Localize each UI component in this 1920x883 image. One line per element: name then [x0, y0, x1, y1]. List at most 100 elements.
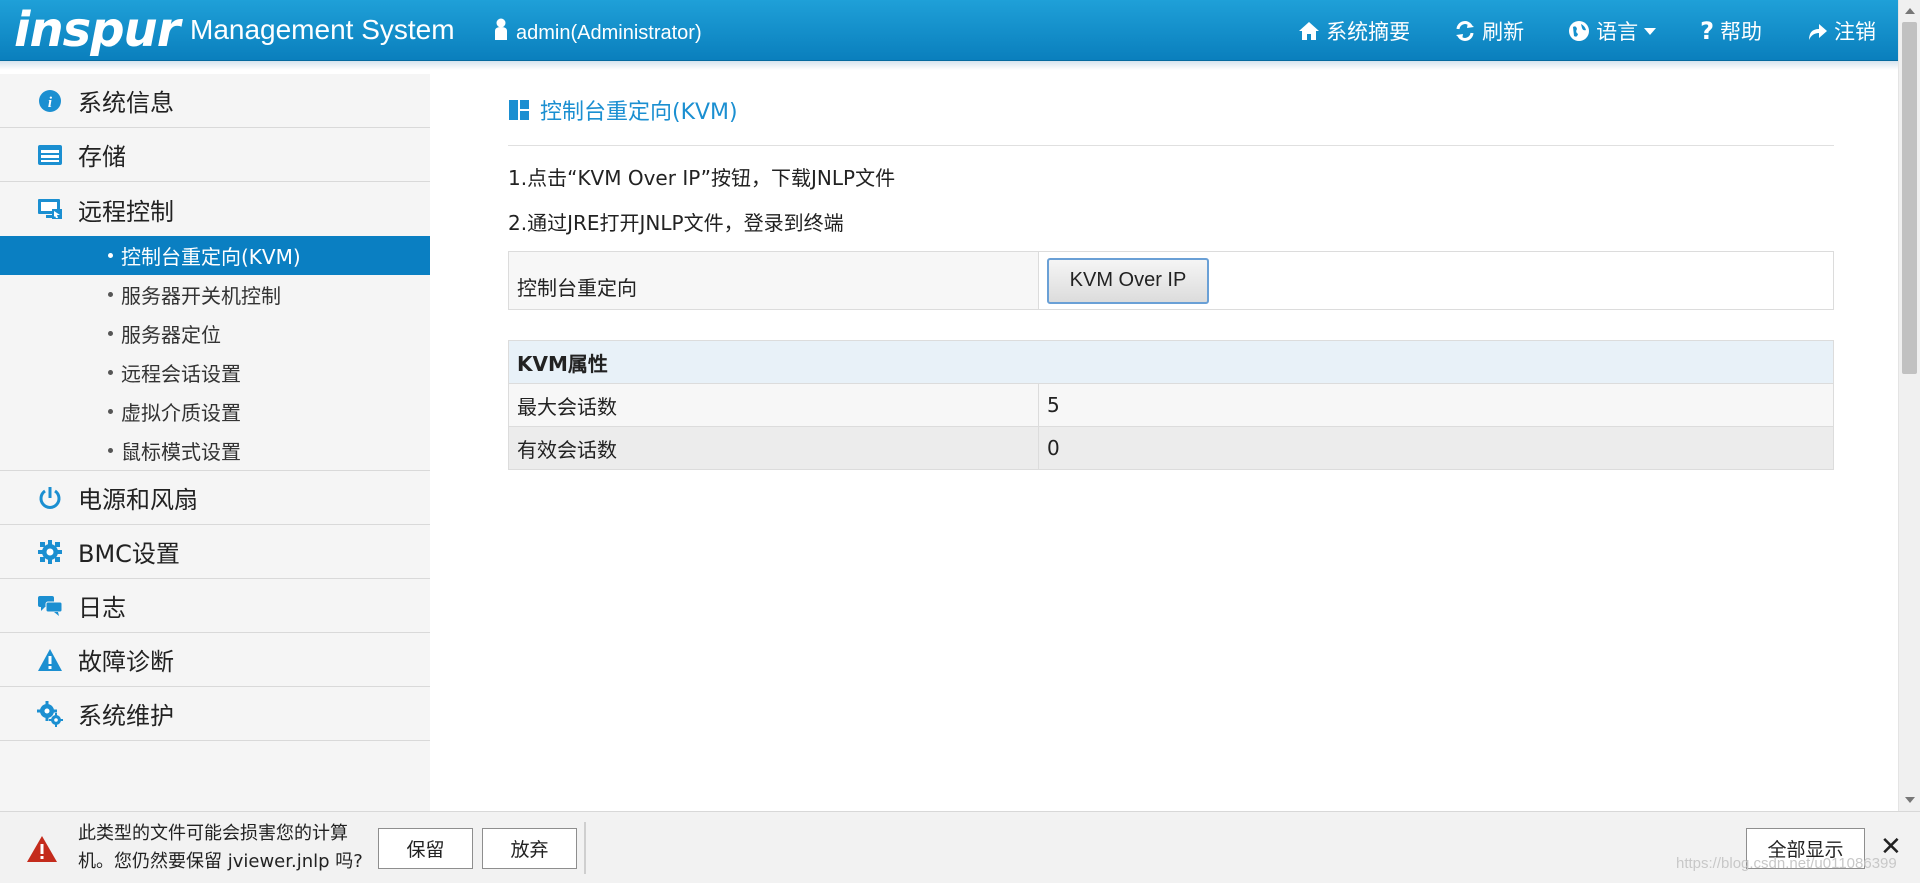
sidebar-item-power-fan[interactable]: 电源和风扇 — [0, 471, 430, 525]
nav-logout-label: 注销 — [1834, 20, 1876, 44]
download-warning-text: 此类型的文件可能会损害您的计算 机。您仍然要保留 jviewer.jnlp 吗? — [78, 820, 378, 876]
app-title: Management System — [190, 14, 455, 45]
header-divider — [0, 61, 1898, 70]
table-header-row: KVM属性 — [508, 340, 1834, 384]
kvm-over-ip-button[interactable]: KVM Over IP — [1047, 257, 1209, 304]
max-sessions-value: 5 — [1038, 383, 1834, 427]
submenu-item-label: 虚拟介质设置 — [121, 401, 241, 425]
sidebar-item-storage[interactable]: 存储 — [0, 128, 430, 182]
sidebar-item-label: 系统维护 — [78, 702, 174, 730]
warning-icon — [36, 646, 64, 674]
table-row: 最大会话数 5 — [508, 383, 1834, 427]
bullet-icon — [108, 292, 113, 297]
submenu-item-mouse-mode[interactable]: 鼠标模式设置 — [0, 431, 430, 470]
globe-icon — [1568, 20, 1590, 42]
sidebar: i 系统信息 存储 远程控制 控制台重定向(KVM) 服务器开关机控制 服务器定… — [0, 74, 430, 811]
submenu-item-server-locate[interactable]: 服务器定位 — [0, 314, 430, 353]
scrollbar-thumb[interactable] — [1902, 22, 1917, 374]
nav-logout[interactable]: 注销 — [1806, 14, 1876, 48]
gear-icon — [36, 538, 64, 566]
submenu-item-label: 服务器定位 — [121, 323, 221, 347]
storage-icon — [36, 141, 64, 169]
submenu-item-session-settings[interactable]: 远程会话设置 — [0, 353, 430, 392]
refresh-icon — [1454, 20, 1476, 42]
discard-button[interactable]: 放弃 — [482, 828, 577, 869]
nav-refresh-label: 刷新 — [1482, 20, 1525, 44]
remote-control-submenu: 控制台重定向(KVM) 服务器开关机控制 服务器定位 远程会话设置 虚拟介质设置… — [0, 236, 430, 471]
top-header: inspur Management System admin(Administr… — [0, 0, 1898, 61]
submenu-item-label: 鼠标模式设置 — [121, 440, 241, 464]
max-sessions-label: 最大会话数 — [508, 383, 1039, 427]
bullet-icon — [108, 331, 113, 336]
sidebar-item-bmc-settings[interactable]: BMC设置 — [0, 525, 430, 579]
console-redirect-table: 控制台重定向 KVM Over IP — [508, 251, 1834, 310]
help-icon: ? — [1700, 17, 1714, 45]
submenu-item-power-control[interactable]: 服务器开关机控制 — [0, 275, 430, 314]
sidebar-item-label: 远程控制 — [78, 197, 174, 226]
user-name: admin(Administrator) — [516, 21, 702, 44]
scroll-down-arrow-icon[interactable] — [1905, 797, 1915, 803]
active-sessions-value: 0 — [1038, 426, 1834, 470]
nav-refresh[interactable]: 刷新 — [1454, 14, 1524, 48]
sidebar-item-label: 存储 — [78, 143, 126, 171]
sidebar-item-system-info[interactable]: i 系统信息 — [0, 74, 430, 128]
sidebar-item-remote-control[interactable]: 远程控制 — [0, 182, 430, 236]
submenu-item-label: 控制台重定向(KVM) — [121, 245, 301, 269]
logout-icon — [1806, 20, 1828, 42]
submenu-item-label: 服务器开关机控制 — [121, 284, 281, 308]
inspur-logo: inspur — [14, 2, 180, 58]
chat-icon — [36, 592, 64, 620]
home-icon — [1298, 21, 1320, 41]
sidebar-item-label: 日志 — [78, 594, 126, 622]
nav-language[interactable]: 语言 — [1568, 14, 1657, 48]
nav-language-label: 语言 — [1596, 20, 1639, 44]
sidebar-item-label: 系统信息 — [78, 89, 174, 117]
nav-help[interactable]: ? 帮助 — [1700, 14, 1762, 48]
power-icon — [36, 484, 64, 512]
sidebar-item-label: 故障诊断 — [78, 648, 174, 676]
sidebar-item-label: 电源和风扇 — [78, 486, 198, 514]
download-warning-bar: 此类型的文件可能会损害您的计算 机。您仍然要保留 jviewer.jnlp 吗?… — [0, 811, 1920, 883]
active-sessions-label: 有效会话数 — [508, 426, 1039, 470]
table-row: 控制台重定向 KVM Over IP — [508, 251, 1834, 310]
main-content: 控制台重定向(KVM) 1.点击“KVM Over IP”按钮，下载JNLP文件… — [508, 74, 1834, 470]
user-icon — [494, 18, 508, 47]
page-title: 控制台重定向(KVM) — [508, 74, 1834, 146]
vertical-scrollbar[interactable] — [1898, 0, 1920, 811]
sidebar-item-diagnostics[interactable]: 故障诊断 — [0, 633, 430, 687]
current-user: admin(Administrator) — [494, 18, 702, 47]
instruction-step-2: 2.通过JRE打开JNLP文件，登录到终端 — [508, 211, 844, 235]
warning-icon — [26, 835, 58, 867]
sidebar-item-logs[interactable]: 日志 — [0, 579, 430, 633]
download-warning-line1: 此类型的文件可能会损害您的计算 — [78, 823, 348, 844]
top-nav: 系统摘要 刷新 语言 ? 帮助 注销 — [1276, 14, 1898, 48]
chevron-down-icon — [1644, 27, 1657, 35]
submenu-item-virtual-media[interactable]: 虚拟介质设置 — [0, 392, 430, 431]
nav-help-label: 帮助 — [1720, 20, 1762, 44]
bullet-icon — [108, 409, 113, 414]
bullet-icon — [108, 448, 113, 453]
sidebar-item-label: BMC设置 — [78, 540, 180, 568]
kvm-properties-table: KVM属性 最大会话数 5 有效会话数 0 — [508, 340, 1834, 470]
dashboard-icon — [508, 99, 530, 121]
bullet-icon — [108, 253, 113, 258]
bullet-icon — [108, 370, 113, 375]
gears-icon — [36, 700, 64, 728]
nav-summary[interactable]: 系统摘要 — [1298, 14, 1410, 48]
instruction-step-1: 1.点击“KVM Over IP”按钮，下载JNLP文件 — [508, 166, 896, 190]
console-redirect-label: 控制台重定向 — [508, 251, 1039, 310]
info-icon: i — [36, 87, 64, 115]
page-title-text: 控制台重定向(KVM) — [540, 99, 738, 125]
table-row: 有效会话数 0 — [508, 426, 1834, 470]
nav-summary-label: 系统摘要 — [1326, 20, 1411, 44]
watermark: https://blog.csdn.net/u011086399 — [1676, 855, 1897, 872]
scroll-up-arrow-icon[interactable] — [1905, 8, 1915, 14]
submenu-item-label: 远程会话设置 — [121, 362, 241, 386]
sidebar-item-maintenance[interactable]: 系统维护 — [0, 687, 430, 741]
download-warning-line2: 机。您仍然要保留 jviewer.jnlp 吗? — [78, 851, 363, 872]
divider — [584, 822, 586, 874]
kvm-properties-header: KVM属性 — [508, 340, 1834, 384]
monitor-icon — [36, 195, 64, 223]
submenu-item-kvm[interactable]: 控制台重定向(KVM) — [0, 236, 430, 275]
keep-button[interactable]: 保留 — [378, 828, 473, 869]
